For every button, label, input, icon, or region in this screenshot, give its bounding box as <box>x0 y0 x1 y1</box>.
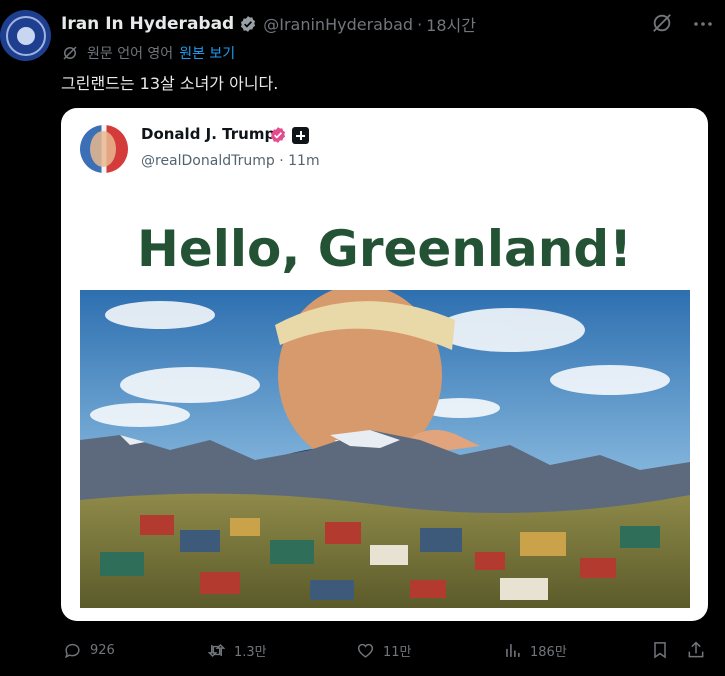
like-button[interactable]: 11만 <box>356 640 412 660</box>
more-icon[interactable] <box>691 12 715 36</box>
grok-icon[interactable] <box>651 12 673 34</box>
reply-button[interactable]: 926 <box>63 640 115 660</box>
share-icon <box>688 641 704 658</box>
emblem-icon <box>5 15 46 56</box>
views-count: 186만 <box>530 644 567 660</box>
repost-button[interactable]: 1.3만 <box>207 640 267 660</box>
plus-badge-icon <box>292 127 309 144</box>
image-headline: Hello, Greenland! <box>137 220 632 278</box>
reply-count: 926 <box>90 642 115 658</box>
quoted-author-name: Donald J. Trump <box>141 125 276 143</box>
heart-icon <box>357 643 374 658</box>
quoted-handle: @realDonaldTrump · 11m <box>141 153 320 169</box>
verified-badge-icon <box>241 16 256 32</box>
quoted-avatar <box>80 125 128 173</box>
views-button[interactable]: 186만 <box>503 640 567 660</box>
reply-icon <box>64 643 80 658</box>
greenland-scene <box>80 290 690 608</box>
attached-image[interactable]: Donald J. Trump @realDonaldTrump · 11m H… <box>61 108 708 621</box>
author-avatar[interactable] <box>0 10 51 61</box>
translation-note: 원문 언어 영어 <box>87 46 174 62</box>
like-count: 11만 <box>383 644 412 660</box>
bookmark-button[interactable] <box>650 640 670 660</box>
translation-row: 원문 언어 영어 원본 보기 <box>61 42 235 64</box>
repost-icon <box>207 643 226 657</box>
repost-count: 1.3만 <box>234 644 267 660</box>
share-button[interactable] <box>686 640 706 660</box>
post-timestamp[interactable]: 18시간 <box>426 12 476 36</box>
views-icon <box>506 643 520 657</box>
action-bar: 926 1.3만 11만 186만 <box>0 632 725 668</box>
bookmark-icon <box>654 642 666 659</box>
author-handle[interactable]: @IraninHyderabad <box>263 15 413 34</box>
verified-badge-icon <box>270 127 286 143</box>
show-original-link[interactable]: 원본 보기 <box>179 43 235 63</box>
post-text: 그린랜드는 13살 소녀가 아니다. <box>61 74 279 93</box>
separator: · <box>417 14 423 34</box>
translate-icon <box>63 46 77 60</box>
author-name[interactable]: Iran In Hyderabad <box>61 14 234 34</box>
post-header: Iran In Hyderabad @IraninHyderabad · 18시… <box>61 12 476 36</box>
